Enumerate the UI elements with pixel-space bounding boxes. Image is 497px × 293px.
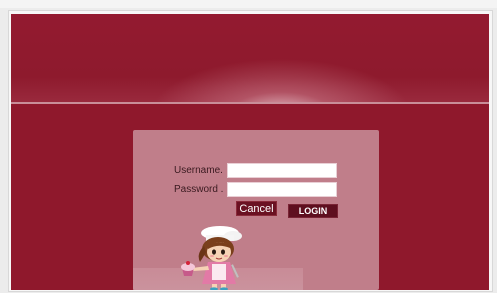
- password-label: Password .: [174, 184, 224, 195]
- chef-girl-mascot-icon: [181, 226, 242, 290]
- header-banner: [11, 14, 489, 104]
- top-strip: [0, 0, 497, 8]
- username-field[interactable]: [227, 163, 337, 178]
- cancel-button[interactable]: Cancel: [236, 201, 277, 216]
- login-button[interactable]: LOGIN: [288, 204, 338, 218]
- username-label: Username.: [174, 165, 223, 176]
- password-field[interactable]: [227, 182, 337, 197]
